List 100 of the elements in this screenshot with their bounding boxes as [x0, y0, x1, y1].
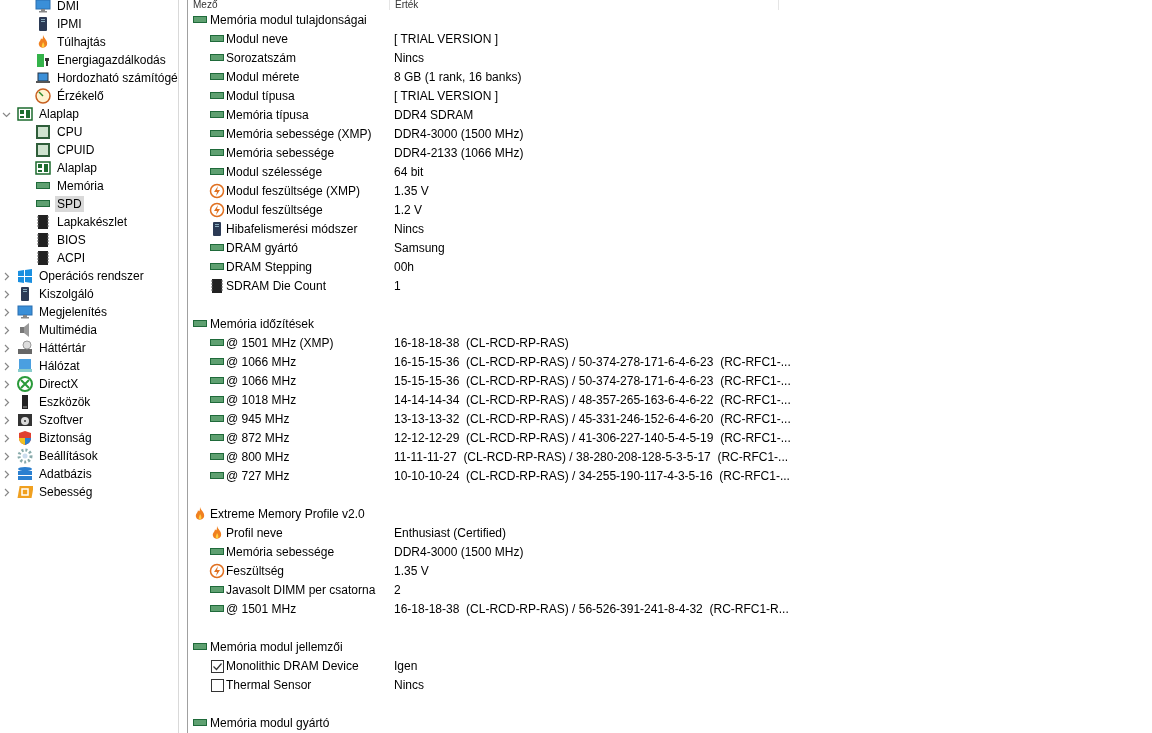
disk-drive-icon: [17, 340, 33, 356]
field-name: Modul szélessége: [226, 164, 323, 179]
lightning-icon: [209, 201, 225, 218]
field-value: 16-18-18-38 (CL-RCD-RP-RAS) / 56-526-391-241-8-4-32 (RC-RFC1-R...: [394, 601, 789, 616]
tree-item[interactable]: Operációs rendszer: [37, 268, 146, 284]
chevron-right-icon[interactable]: [2, 289, 11, 299]
section-title[interactable]: Memória modul gyártó: [210, 715, 330, 730]
tree-item[interactable]: Szoftver: [37, 412, 85, 428]
field-value: 1.35 V: [394, 183, 429, 198]
chip-icon: [209, 277, 225, 294]
tree-item[interactable]: DMI: [55, 0, 81, 14]
field-value: Enthusiast (Certified): [394, 525, 507, 540]
tree-item[interactable]: Megjelenítés: [37, 304, 110, 320]
field-value: Igen: [394, 658, 418, 673]
checkbox[interactable]: [209, 676, 225, 693]
chevron-right-icon[interactable]: [2, 397, 11, 407]
field-value: 00h: [394, 259, 415, 274]
field-name: Hibafelismerési módszer: [226, 221, 358, 236]
processor-icon: [35, 142, 51, 158]
field-name: @ 800 MHz: [226, 449, 290, 464]
tree-item[interactable]: ACPI: [55, 250, 87, 266]
field-value: 15-15-15-36 (CL-RCD-RP-RAS) / 50-374-278-171-6-4-6-23 (RC-RFC1-...: [394, 373, 791, 388]
tree-item[interactable]: DirectX: [37, 376, 81, 392]
tree-item[interactable]: Memória: [55, 178, 106, 194]
monitor-icon: [35, 0, 51, 14]
tree-item[interactable]: Adatbázis: [37, 466, 94, 482]
field-name: SDRAM Die Count: [226, 278, 327, 293]
chevron-right-icon[interactable]: [2, 307, 11, 317]
field-value: 13-13-13-32 (CL-RCD-RP-RAS) / 45-331-246-152-6-4-6-20 (RC-RFC1-...: [394, 411, 791, 426]
section-title[interactable]: Extreme Memory Profile v2.0: [210, 506, 365, 521]
tree-item[interactable]: Alaplap: [55, 160, 100, 176]
tree-item[interactable]: Eszközök: [37, 394, 93, 410]
chevron-right-icon[interactable]: [2, 487, 11, 497]
field-value: 16-15-15-36 (CL-RCD-RP-RAS) / 50-374-278-171-6-4-6-23 (RC-RFC1-...: [394, 354, 791, 369]
field-name: Thermal Sensor: [226, 677, 312, 692]
tree-item[interactable]: SPD: [55, 196, 84, 212]
field-value: 14-14-14-34 (CL-RCD-RP-RAS) / 48-357-265-163-6-4-6-22 (RC-RFC1-...: [394, 392, 791, 407]
tree-item[interactable]: IPMI: [55, 16, 84, 32]
monitor-icon: [17, 304, 33, 320]
tree-item[interactable]: Érzékelő: [55, 88, 106, 104]
field-name: @ 1018 MHz: [226, 392, 297, 407]
field-value: Nincs: [394, 677, 424, 692]
field-name: @ 945 MHz: [226, 411, 290, 426]
tree-item[interactable]: BIOS: [55, 232, 88, 248]
field-name: DRAM Stepping: [226, 259, 313, 274]
field-name: DRAM gyártó: [226, 240, 299, 255]
chevron-right-icon[interactable]: [2, 379, 11, 389]
chevron-right-icon[interactable]: [2, 415, 11, 425]
section-title[interactable]: Memória modul jellemzői: [210, 639, 343, 654]
chevron-right-icon[interactable]: [2, 433, 11, 443]
field-value: [ TRIAL VERSION ]: [394, 88, 499, 103]
field-value: [ TRIAL VERSION ]: [394, 31, 499, 46]
checkbox[interactable]: [209, 657, 225, 674]
circle-x-icon: [17, 376, 33, 392]
tree-item[interactable]: Multimédia: [37, 322, 100, 338]
tree-item[interactable]: CPUID: [55, 142, 97, 158]
tree-item[interactable]: CPU: [55, 124, 85, 140]
chevron-right-icon[interactable]: [2, 343, 11, 353]
chevron-right-icon[interactable]: [2, 271, 11, 281]
field-value: 64 bit: [394, 164, 424, 179]
battery-icon: [35, 52, 51, 68]
field-name: Modul neve: [226, 31, 289, 46]
tree-item[interactable]: Háttértár: [37, 340, 88, 356]
tree-item[interactable]: Sebesség: [37, 484, 95, 500]
chevron-right-icon[interactable]: [2, 469, 11, 479]
field-value: DDR4-3000 (1500 MHz): [394, 544, 524, 559]
section-title[interactable]: Memória modul tulajdonságai: [210, 12, 367, 27]
tree-item[interactable]: Hordozható számítógé: [55, 70, 178, 86]
chevron-right-icon[interactable]: [2, 361, 11, 371]
column-header[interactable]: Mező: [188, 0, 390, 10]
section-title[interactable]: Memória időzítések: [210, 316, 315, 331]
processor-icon: [35, 124, 51, 140]
tree-item[interactable]: Alaplap: [37, 106, 82, 122]
field-value: 16-18-18-38 (CL-RCD-RP-RAS): [394, 335, 569, 350]
tree-item[interactable]: Túlhajtás: [55, 34, 108, 50]
field-name: Memória sebessége (XMP): [226, 126, 372, 141]
windows-logo-icon: [17, 268, 33, 284]
field-name: @ 872 MHz: [226, 430, 290, 445]
field-value: DDR4-2133 (1066 MHz): [394, 145, 524, 160]
shield-icon: [17, 430, 33, 446]
field-value: 11-11-11-27 (CL-RCD-RP-RAS) / 38-280-208-128-5-3-5-17 (RC-RFC1-...: [394, 449, 789, 464]
field-value: 8 GB (1 rank, 16 banks): [394, 69, 522, 84]
field-name: Javasolt DIMM per csatorna: [226, 582, 376, 597]
chevron-right-icon[interactable]: [2, 325, 11, 335]
tree-item[interactable]: Biztonság: [37, 430, 94, 446]
tree-item[interactable]: Hálózat: [37, 358, 82, 374]
chevron-right-icon[interactable]: [2, 451, 11, 461]
field-name: Memória típusa: [226, 107, 309, 122]
field-name: Modul mérete: [226, 69, 300, 84]
field-name: @ 727 MHz: [226, 468, 290, 483]
tree-item[interactable]: Lapkakészlet: [55, 214, 130, 230]
column-header[interactable]: Érték: [390, 0, 779, 10]
tree-item[interactable]: Energiagazdálkodás: [55, 52, 168, 68]
network-icon: [17, 358, 33, 374]
field-name: Profil neve: [226, 525, 283, 540]
field-value: 1: [394, 278, 401, 293]
tree-item[interactable]: Kiszolgáló: [37, 286, 96, 302]
lightning-icon: [209, 182, 225, 199]
tree-item[interactable]: Beállítások: [37, 448, 100, 464]
field-value: Samsung: [394, 240, 445, 255]
